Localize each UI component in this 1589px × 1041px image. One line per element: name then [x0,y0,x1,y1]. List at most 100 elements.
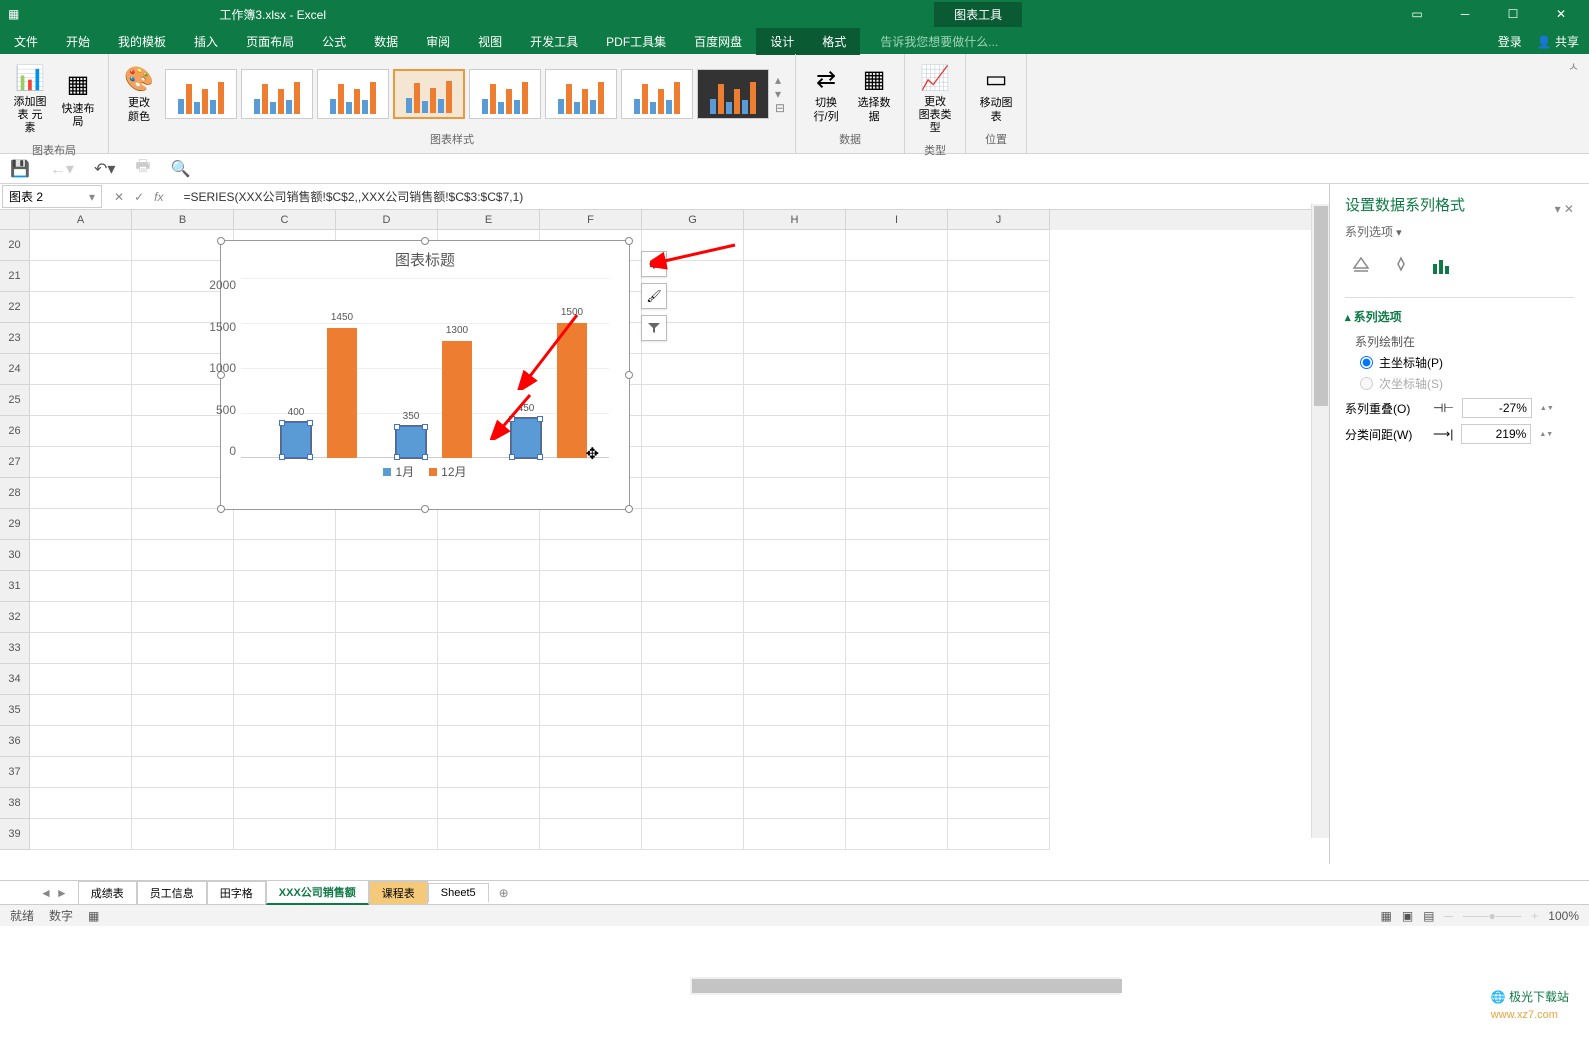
row-header[interactable]: 25 [0,385,30,416]
undo-icon[interactable]: ↶▾ [94,159,115,179]
cell[interactable] [744,819,846,850]
cell[interactable] [30,261,132,292]
name-box[interactable]: 图表 2▾ [2,185,102,208]
cell[interactable] [30,633,132,664]
cell[interactable] [744,292,846,323]
row-header[interactable]: 28 [0,478,30,509]
cell[interactable] [30,323,132,354]
tab-formulas[interactable]: 公式 [308,28,360,55]
cell[interactable] [948,664,1050,695]
fx-icon[interactable]: fx [154,190,163,204]
cell[interactable] [642,385,744,416]
cell[interactable] [132,695,234,726]
cell[interactable] [438,757,540,788]
cell[interactable] [744,633,846,664]
zoom-out-icon[interactable]: ─ [1445,909,1454,923]
minimize-icon[interactable]: ─ [1445,2,1485,26]
bar-series2-cat2[interactable]: 1300 [442,341,472,458]
cell[interactable] [540,664,642,695]
cell[interactable] [540,695,642,726]
cell[interactable] [846,509,948,540]
view-break-icon[interactable]: ▤ [1423,909,1434,923]
cell[interactable] [336,757,438,788]
cell[interactable] [846,602,948,633]
row-header[interactable]: 23 [0,323,30,354]
cell[interactable] [846,788,948,819]
overlap-input[interactable] [1462,398,1532,418]
chart-style-5[interactable] [469,69,541,119]
cell[interactable] [540,757,642,788]
cell[interactable] [948,416,1050,447]
cell[interactable] [642,633,744,664]
cell[interactable] [132,819,234,850]
chart-style-1[interactable] [165,69,237,119]
cell[interactable] [540,509,642,540]
cell[interactable] [846,323,948,354]
cell[interactable] [744,571,846,602]
sheet-tab-5[interactable]: 课程表 [369,881,428,904]
cell[interactable] [948,354,1050,385]
fill-line-icon[interactable] [1350,255,1372,277]
cell[interactable] [30,292,132,323]
effects-icon[interactable] [1390,255,1412,277]
cell[interactable] [642,788,744,819]
cell[interactable] [438,664,540,695]
cell[interactable] [744,788,846,819]
tab-review[interactable]: 审阅 [412,28,464,55]
cell[interactable] [948,571,1050,602]
cell[interactable] [336,571,438,602]
cell[interactable] [336,540,438,571]
cell[interactable] [642,695,744,726]
share-button[interactable]: 👤 共享 [1537,33,1579,50]
row-header[interactable]: 38 [0,788,30,819]
add-chart-element-button[interactable]: 📊添加图表 元素 [8,58,52,140]
cell[interactable] [234,726,336,757]
save-icon[interactable]: 💾 [10,159,30,179]
tab-baidu[interactable]: 百度网盘 [680,28,756,55]
cell[interactable] [846,726,948,757]
maximize-icon[interactable]: ☐ [1493,2,1533,26]
row-header[interactable]: 29 [0,509,30,540]
row-header[interactable]: 35 [0,695,30,726]
change-colors-button[interactable]: 🎨更改 颜色 [117,59,161,127]
cell[interactable] [132,509,234,540]
col-header[interactable]: A [30,210,132,230]
sheet-nav-prev-icon[interactable]: ◄ [40,886,52,900]
cell[interactable] [30,695,132,726]
chart-style-7[interactable] [621,69,693,119]
cell[interactable] [744,354,846,385]
cell[interactable] [744,230,846,261]
cell[interactable] [744,695,846,726]
cell[interactable] [30,788,132,819]
cell[interactable] [948,447,1050,478]
cell[interactable] [846,478,948,509]
print-icon[interactable]: 🖶 [135,155,150,182]
zoom-in-icon[interactable]: + [1531,909,1538,923]
row-header[interactable]: 36 [0,726,30,757]
col-header[interactable]: G [642,210,744,230]
horizontal-scrollbar[interactable] [690,977,1120,995]
cell[interactable] [540,571,642,602]
primary-axis-radio[interactable]: 主坐标轴(P) [1360,354,1574,371]
cell[interactable] [948,323,1050,354]
tab-format[interactable]: 格式 [808,28,860,55]
cell[interactable] [336,633,438,664]
cell[interactable] [846,757,948,788]
cell[interactable] [132,571,234,602]
tab-insert[interactable]: 插入 [180,28,232,55]
overlap-slider[interactable]: ⊣⊢ [1433,401,1454,415]
cell[interactable] [30,385,132,416]
cell[interactable] [30,664,132,695]
row-header[interactable]: 24 [0,354,30,385]
cell[interactable] [336,726,438,757]
col-header[interactable]: B [132,210,234,230]
cell[interactable] [744,757,846,788]
sheet-tab-3[interactable]: 田字格 [207,881,266,904]
series-options-icon[interactable] [1430,255,1452,277]
login-button[interactable]: 登录 [1498,33,1522,50]
cell[interactable] [234,695,336,726]
cell[interactable] [744,323,846,354]
qat-arrow-icon[interactable]: ←▾ [50,159,74,179]
sheet-nav-next-icon[interactable]: ► [56,886,68,900]
cell[interactable] [744,664,846,695]
